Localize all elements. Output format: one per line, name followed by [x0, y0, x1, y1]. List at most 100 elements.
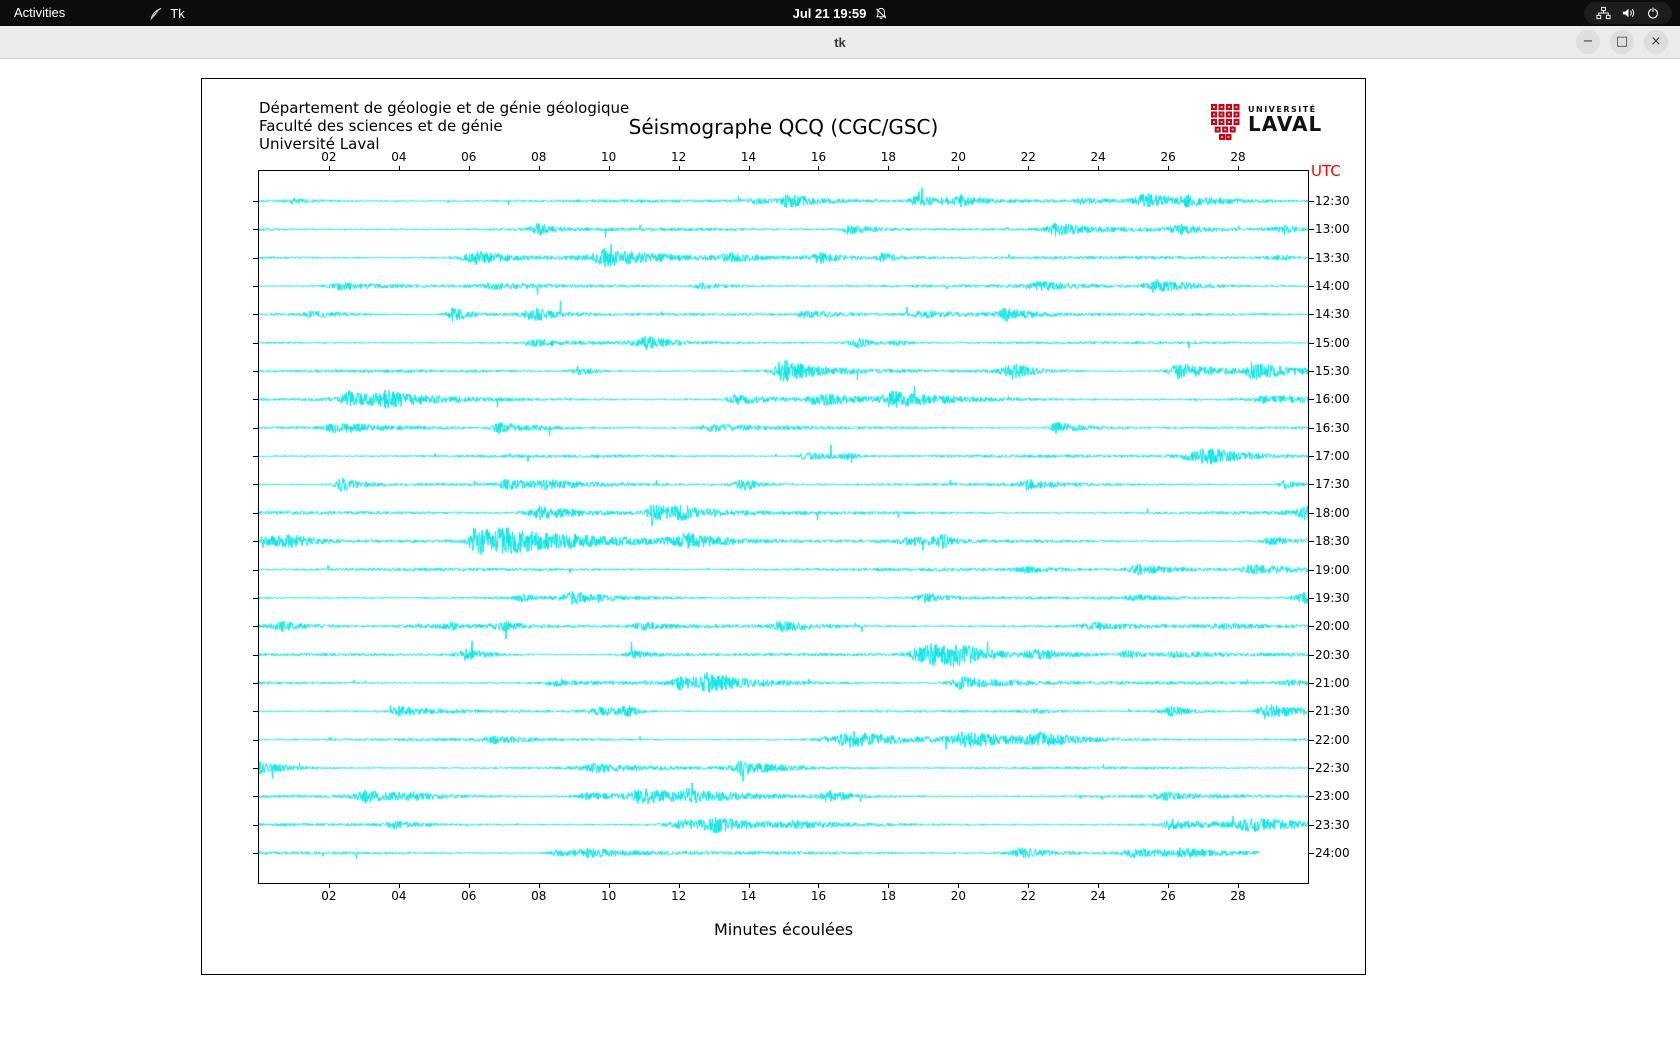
time-label: 22:00: [1315, 732, 1350, 747]
time-label: 13:30: [1315, 250, 1350, 265]
x-tick-label-top: 16: [810, 150, 827, 164]
utc-axis-label: UTC: [1311, 162, 1341, 180]
top-bar: Activities Tk Jul 21 19:59: [0, 0, 1680, 26]
row-tickmark-right: [1309, 342, 1314, 344]
time-label: 18:00: [1315, 505, 1350, 520]
minimize-button[interactable]: −: [1576, 30, 1600, 54]
x-tickmark-bottom: [398, 884, 400, 888]
row-tickmark-right: [1309, 371, 1314, 373]
volume-icon: [1622, 8, 1635, 18]
chart-title: Séismographe QCQ (CGC/GSC): [628, 115, 939, 139]
row-tickmark-right: [1309, 796, 1314, 798]
x-tick-label-top: 24: [1090, 150, 1106, 164]
x-tick-label-bottom: 20: [950, 889, 966, 903]
activities-button[interactable]: Activities: [0, 0, 79, 26]
row-tickmark-right: [1309, 853, 1314, 854]
x-tickmark-bottom: [818, 884, 820, 888]
laval-shield-icon: [1211, 104, 1240, 140]
row-tickmark-right: [1309, 626, 1314, 628]
x-tick-label-bottom: 22: [1020, 889, 1036, 903]
time-label: 23:30: [1315, 817, 1350, 832]
row-tickmark-right: [1309, 314, 1314, 316]
clock-label: Jul 21 19:59: [792, 5, 867, 21]
time-label: 15:00: [1315, 335, 1350, 350]
row-tickmark-right: [1309, 541, 1314, 543]
clock-button[interactable]: Jul 21 19:59: [793, 0, 888, 26]
row-tickmark-right: [1309, 399, 1314, 401]
time-label: 18:30: [1315, 534, 1350, 549]
system-menu[interactable]: [1584, 2, 1672, 24]
time-label: 16:00: [1315, 392, 1350, 407]
x-tick-label-bottom: 28: [1230, 889, 1246, 903]
time-label: 17:00: [1315, 449, 1350, 464]
x-tick-label-top: 18: [880, 150, 897, 164]
notifications-muted-icon: [875, 7, 886, 19]
x-tick-label-top: 14: [740, 150, 757, 164]
x-tick-label-bottom: 02: [321, 889, 337, 903]
row-tickmark-right: [1309, 597, 1314, 599]
row-tickmark-right: [1309, 739, 1314, 741]
x-tick-label-bottom: 06: [461, 889, 477, 903]
x-tickmark-bottom: [328, 884, 330, 888]
time-label: 15:30: [1315, 364, 1350, 379]
row-tickmark-right: [1309, 654, 1314, 656]
row-tickmark-right: [1309, 569, 1314, 571]
time-label: 14:30: [1315, 307, 1350, 322]
time-label: 20:30: [1315, 647, 1350, 662]
time-label: 16:30: [1315, 420, 1350, 435]
x-tickmark-bottom: [748, 884, 750, 888]
x-tickmark-bottom: [538, 884, 540, 888]
top-bar-left: Activities Tk: [0, 0, 197, 26]
seismograph-panel: Département de géologie et de génie géol…: [201, 78, 1366, 975]
time-label: 22:30: [1315, 760, 1350, 775]
row-tickmark-right: [1309, 257, 1314, 259]
window-controls: − □ ×: [1576, 30, 1668, 54]
x-tickmark-bottom: [1168, 884, 1170, 888]
row-tickmark-right: [1309, 824, 1314, 826]
x-tickmark-bottom: [958, 884, 960, 888]
seismogram-plot: [258, 170, 1309, 884]
tk-feather-icon: [150, 7, 162, 20]
row-tickmark-right: [1309, 456, 1314, 458]
x-tick-label-bottom: 10: [601, 889, 617, 903]
x-tickmark-bottom: [1098, 884, 1100, 888]
x-tick-label-top: 20: [950, 150, 966, 164]
power-icon: [1647, 7, 1659, 19]
x-tick-label-bottom: 12: [670, 889, 687, 903]
x-axis-label: Minutes écoulées: [713, 920, 854, 939]
logo-laval-label: LAVAL: [1248, 112, 1323, 136]
tk-app-indicator[interactable]: Tk: [137, 6, 196, 21]
network-icon: [1596, 6, 1611, 20]
row-tickmark-right: [1309, 286, 1314, 288]
x-tick-label-bottom: 26: [1160, 889, 1176, 903]
row-tickmark-right: [1309, 767, 1314, 769]
x-tick-label-top: 12: [670, 150, 687, 164]
x-tick-label-top: 26: [1160, 150, 1176, 164]
x-tickmark-bottom: [1238, 884, 1240, 888]
row-tickmark-right: [1309, 427, 1314, 429]
x-tick-label-bottom: 18: [880, 889, 897, 903]
time-label: 21:00: [1315, 675, 1350, 690]
x-tick-label-bottom: 24: [1090, 889, 1106, 903]
row-tickmark-right: [1309, 229, 1314, 231]
x-tick-label-bottom: 14: [740, 889, 757, 903]
x-tickmark-bottom: [888, 884, 890, 888]
row-tickmark-right: [1309, 484, 1314, 486]
seismogram-traces-canvas: [259, 171, 1308, 883]
x-tick-label-bottom: 04: [391, 889, 407, 903]
close-button[interactable]: ×: [1644, 30, 1668, 54]
time-label: 19:30: [1315, 590, 1350, 605]
x-tickmark-bottom: [678, 884, 680, 888]
row-tickmark-right: [1309, 512, 1314, 514]
row-tickmark-right: [1309, 711, 1314, 713]
time-label: 21:30: [1315, 704, 1350, 719]
laval-logo: UNIVERSITÉ LAVAL: [1210, 103, 1322, 141]
time-label: 23:00: [1315, 789, 1350, 804]
app-content: Département de géologie et de génie géol…: [0, 59, 1680, 1050]
x-tick-label-bottom: 08: [531, 889, 547, 903]
window-titlebar[interactable]: tk − □ ×: [0, 26, 1680, 59]
row-tickmark-right: [1309, 201, 1314, 202]
maximize-button[interactable]: □: [1610, 30, 1634, 54]
x-tick-label-top: 22: [1020, 150, 1036, 164]
x-tick-label-bottom: 16: [810, 889, 827, 903]
